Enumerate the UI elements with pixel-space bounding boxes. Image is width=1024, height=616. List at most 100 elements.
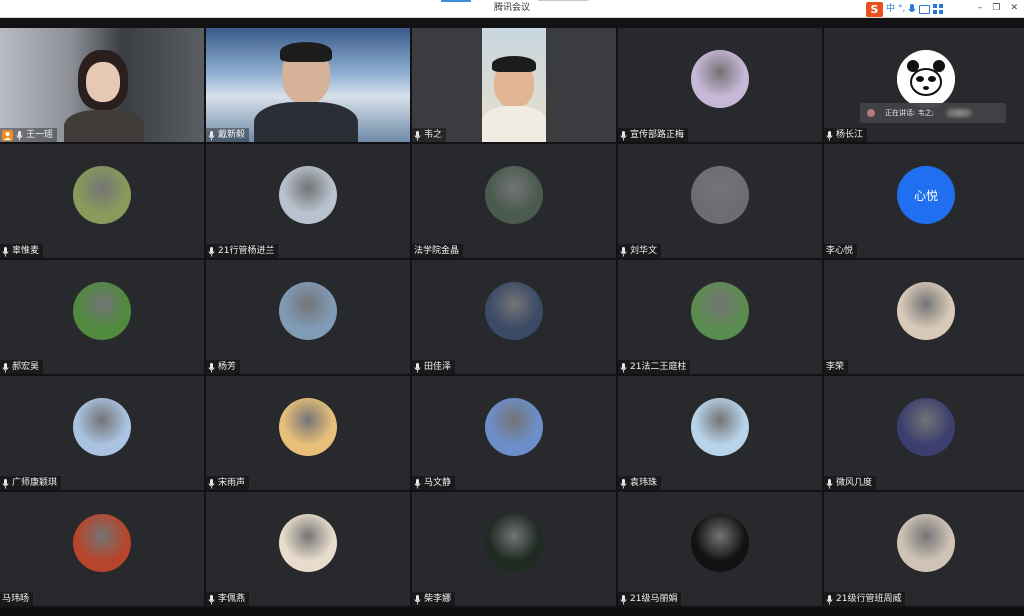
participant-name-tag: 宋雨声 — [206, 476, 250, 490]
participant-name: 马玮旸 — [2, 594, 30, 604]
mic-icon — [620, 130, 628, 141]
audio-level-icon — [945, 109, 972, 117]
avatar — [73, 282, 131, 340]
participant-tile[interactable]: 马文静 — [412, 376, 616, 490]
mic-icon — [2, 362, 10, 373]
participant-name-tag: 21行管杨进兰 — [206, 244, 279, 258]
participant-tile[interactable]: 21行管杨进兰 — [206, 144, 410, 258]
participant-tile[interactable]: 王一瑶 — [0, 28, 204, 142]
participant-name-tag: 杨芳 — [206, 360, 241, 374]
participant-tile[interactable]: 宣传部路正梅 — [618, 28, 822, 142]
speaker-avatar-dot — [867, 109, 875, 117]
avatar — [691, 282, 749, 340]
participant-name-tag: 广师康颖琪 — [0, 476, 62, 490]
speaking-label: 正在讲话: 韦之; — [885, 109, 934, 117]
video-feed — [206, 28, 410, 142]
ime-punct-toggle[interactable]: °, — [898, 2, 905, 17]
title-accent-secondary — [538, 0, 588, 1]
mic-icon — [2, 246, 10, 257]
ime-toolbar[interactable]: S 中 °, — [866, 1, 944, 17]
mic-icon — [620, 478, 628, 489]
avatar — [897, 50, 955, 108]
participant-tile[interactable]: 21法二王庭柱 — [618, 260, 822, 374]
avatar — [897, 282, 955, 340]
participant-tile[interactable]: 杨长江 — [824, 28, 1024, 142]
avatar — [73, 166, 131, 224]
mic-icon — [208, 478, 216, 489]
participant-name-tag: 戴新毅 — [206, 128, 250, 142]
participant-name: 柴李娜 — [424, 594, 452, 604]
participant-tile[interactable]: 李荣 — [824, 260, 1024, 374]
participant-tile[interactable]: 郝宏昊 — [0, 260, 204, 374]
avatar — [691, 398, 749, 456]
mic-icon — [16, 130, 24, 141]
restore-icon[interactable]: ❐ — [992, 1, 1000, 16]
mic-icon — [208, 362, 216, 373]
participant-name-tag: 微风几度 — [824, 476, 877, 490]
participant-tile[interactable]: 广师康颖琪 — [0, 376, 204, 490]
participant-tile[interactable]: 微风几度 — [824, 376, 1024, 490]
grid-icon[interactable] — [933, 4, 944, 14]
mic-icon[interactable] — [908, 3, 916, 15]
avatar — [73, 398, 131, 456]
participant-name: 杨芳 — [218, 362, 237, 372]
participant-name: 袁玮珠 — [630, 478, 658, 488]
keyboard-icon[interactable] — [919, 4, 931, 14]
participant-tile[interactable]: 柴李娜 — [412, 492, 616, 606]
window-controls: – ❐ ✕ — [978, 1, 1018, 16]
participant-name: 21行管杨进兰 — [218, 246, 275, 256]
avatar — [485, 514, 543, 572]
participant-tile[interactable]: 21级行管班周威 — [824, 492, 1024, 606]
participant-name: 宋雨声 — [218, 478, 246, 488]
participant-tile[interactable]: 宋雨声 — [206, 376, 410, 490]
mic-icon — [208, 130, 216, 141]
participant-name-tag: 刘华文 — [618, 244, 662, 258]
participant-name-tag: 田佳泽 — [412, 360, 456, 374]
mic-icon — [620, 362, 628, 373]
participant-name: 微风几度 — [836, 478, 873, 488]
participant-name: 辜惟麦 — [12, 246, 40, 256]
ime-mode-toggle[interactable]: 中 — [886, 2, 895, 17]
participant-name-tag: 李荣 — [824, 360, 849, 374]
participant-name-tag: 郝宏昊 — [0, 360, 44, 374]
participant-tile[interactable]: 马玮旸 — [0, 492, 204, 606]
sogou-logo-icon[interactable]: S — [866, 1, 883, 17]
participant-name-tag: 21级行管班周威 — [824, 592, 906, 606]
participant-tile[interactable]: 法学院金晶 — [412, 144, 616, 258]
mic-icon — [826, 478, 834, 489]
participant-tile[interactable]: 心悦 李心悦 — [824, 144, 1024, 258]
mic-icon — [414, 478, 422, 489]
participant-tile[interactable]: 袁玮珠 — [618, 376, 822, 490]
close-icon[interactable]: ✕ — [1010, 1, 1018, 16]
participant-name-tag: 法学院金晶 — [412, 244, 464, 258]
participant-name-tag: 韦之 — [412, 128, 447, 142]
participant-name-tag: 21级马丽娟 — [618, 592, 682, 606]
minimize-icon[interactable]: – — [978, 1, 983, 16]
participant-name-tag: 马文静 — [412, 476, 456, 490]
participant-tile[interactable]: 刘华文 — [618, 144, 822, 258]
mic-icon — [620, 594, 628, 605]
participant-name: 田佳泽 — [424, 362, 452, 372]
avatar — [279, 166, 337, 224]
avatar: 心悦 — [897, 166, 955, 224]
participant-name: 李荣 — [826, 362, 845, 372]
avatar — [485, 398, 543, 456]
mic-icon — [826, 130, 834, 141]
mic-icon — [414, 594, 422, 605]
participant-name-tag: 马玮旸 — [0, 592, 34, 606]
participant-tile[interactable]: 韦之 — [412, 28, 616, 142]
participant-tile[interactable]: 田佳泽 — [412, 260, 616, 374]
speaking-indicator: 正在讲话: 韦之; — [860, 103, 1006, 123]
participant-tile[interactable]: 戴新毅 — [206, 28, 410, 142]
participant-name-tag: 柴李娜 — [412, 592, 456, 606]
participant-name-tag: 杨长江 — [824, 128, 868, 142]
participant-name: 广师康颖琪 — [12, 478, 58, 488]
participant-tile[interactable]: 21级马丽娟 — [618, 492, 822, 606]
avatar — [73, 514, 131, 572]
mic-icon — [208, 594, 216, 605]
participant-tile[interactable]: 李佩燕 — [206, 492, 410, 606]
participant-name: 杨长江 — [836, 130, 864, 140]
participant-name: 宣传部路正梅 — [630, 130, 685, 140]
participant-tile[interactable]: 辜惟麦 — [0, 144, 204, 258]
participant-tile[interactable]: 杨芳 — [206, 260, 410, 374]
